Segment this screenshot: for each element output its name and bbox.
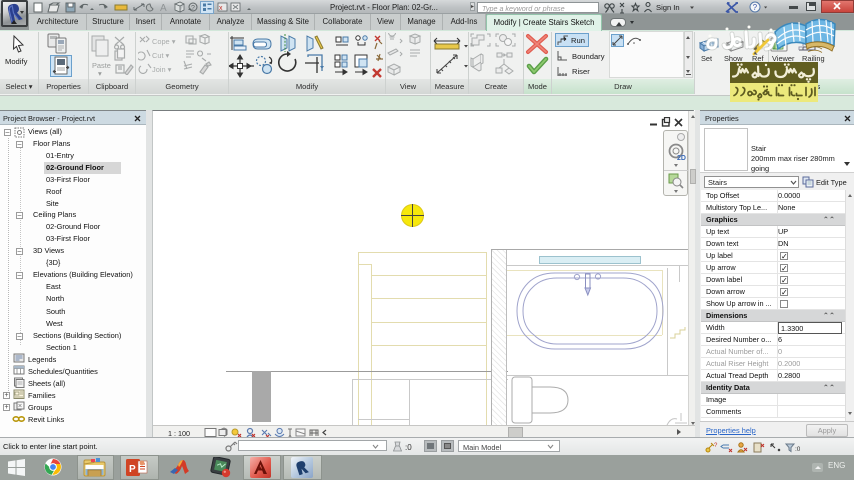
- svg-text:?: ?: [191, 5, 195, 12]
- svg-text:P: P: [129, 464, 136, 475]
- svg-text:x: x: [219, 5, 223, 12]
- svg-text:A: A: [160, 3, 167, 14]
- svg-text:Cope ▾: Cope ▾: [152, 37, 176, 46]
- svg-text::0: :0: [405, 443, 412, 452]
- svg-text:2D: 2D: [677, 155, 686, 162]
- svg-text:?: ?: [714, 443, 718, 449]
- svg-text:Cut ▾: Cut ▾: [152, 51, 170, 60]
- svg-text::0: :0: [795, 446, 800, 453]
- svg-text:Join ▾: Join ▾: [152, 65, 172, 74]
- svg-text:?: ?: [753, 3, 758, 12]
- svg-text:Sign In: Sign In: [656, 3, 680, 12]
